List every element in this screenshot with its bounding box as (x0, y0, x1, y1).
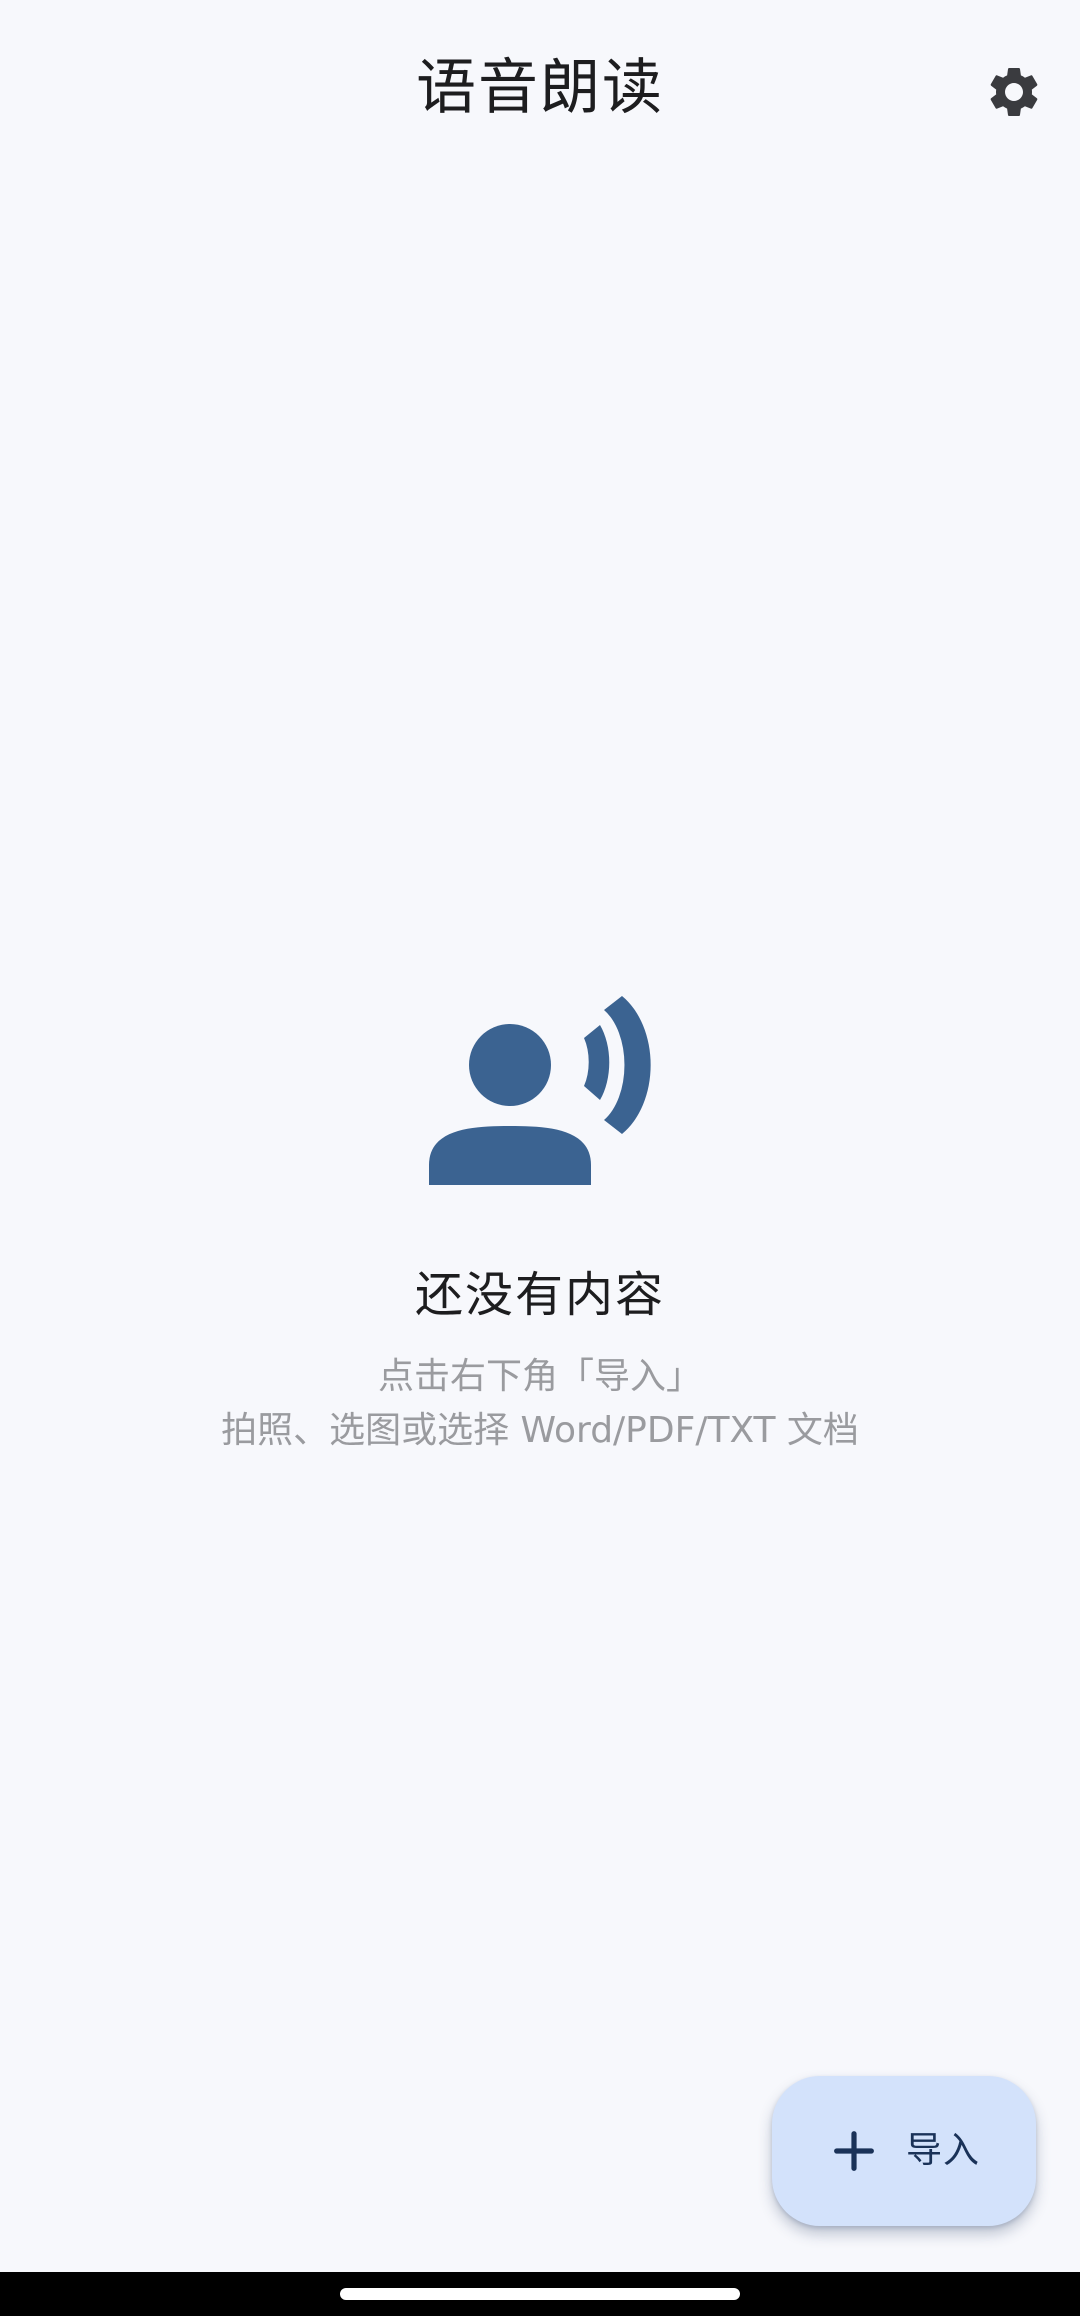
hint-line-2: 拍照、选图或选择 Word/PDF/TXT 文档 (221, 1410, 859, 1451)
plus-icon (834, 2131, 874, 2171)
settings-button[interactable] (972, 50, 1056, 134)
empty-state-hint: 点击右下角「导入」 拍照、选图或选择 Word/PDF/TXT 文档 (0, 1350, 1080, 1458)
hint-line-1: 点击右下角「导入」 (377, 1356, 702, 1397)
import-button[interactable]: 导入 (772, 2076, 1036, 2226)
record-voice-icon (429, 996, 651, 1185)
system-navigation-bar (0, 2272, 1080, 2316)
page-title: 语音朗读 (416, 53, 664, 123)
gear-icon (990, 68, 1038, 116)
import-button-label: 导入 (905, 2130, 980, 2171)
app-bar: 语音朗读 (0, 0, 1080, 175)
empty-state-title: 还没有内容 (414, 1267, 665, 1323)
home-indicator[interactable] (340, 2288, 740, 2300)
